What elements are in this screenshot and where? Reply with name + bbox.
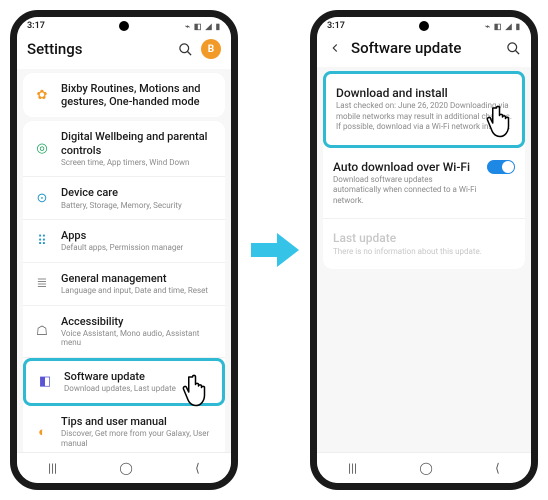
row-icon: ◎ bbox=[33, 140, 51, 158]
row-sub: Battery, Storage, Memory, Security bbox=[61, 201, 215, 211]
nav-bar: ||| ◯ ⟨ bbox=[17, 452, 231, 483]
wifi-toggle[interactable] bbox=[487, 160, 515, 174]
clock: 3:17 bbox=[327, 21, 345, 31]
nav-bar: ||| ◯ ⟨ bbox=[317, 452, 531, 483]
settings-row[interactable]: ✿ Bixby Routines, Motions and gestures, O… bbox=[23, 73, 225, 117]
row-title: General management bbox=[61, 272, 215, 285]
row-sub: Download updates, Last update bbox=[64, 384, 212, 394]
nav-back[interactable]: ⟨ bbox=[495, 461, 500, 475]
row-sub: Voice Assistant, Mono audio, Assistant m… bbox=[61, 329, 215, 348]
row-title: Bixby Routines, Motions and gestures, On… bbox=[61, 82, 215, 108]
nav-back[interactable]: ⟨ bbox=[195, 461, 200, 475]
row-title: Apps bbox=[61, 229, 215, 242]
arrow-icon bbox=[246, 223, 302, 277]
phone-software-update: 3:17 ⌁ ◧ ◢ ▮ Software update Download an… bbox=[310, 10, 538, 490]
settings-row[interactable]: ☖ AccessibilityVoice Assistant, Mono audi… bbox=[23, 306, 225, 358]
row-icon: ◐ bbox=[33, 423, 51, 441]
status-icons: ⌁ ◧ ◢ ▮ bbox=[185, 22, 221, 31]
settings-row[interactable]: ⠿ AppsDefault apps, Permission manager bbox=[23, 220, 225, 263]
back-icon[interactable] bbox=[327, 40, 343, 56]
header: Settings B bbox=[17, 33, 231, 69]
row-title: Software update bbox=[64, 370, 212, 383]
row-sub: Discover, Get more from your Galaxy, Use… bbox=[61, 429, 215, 448]
settings-row[interactable]: ◧ Software updateDownload updates, Last u… bbox=[23, 358, 225, 406]
row-title: Download and install bbox=[336, 86, 512, 100]
clock: 3:17 bbox=[27, 21, 45, 31]
row-sub: Download software updates automatically … bbox=[333, 175, 477, 206]
header: Software update bbox=[317, 33, 531, 67]
page-title: Software update bbox=[351, 39, 497, 57]
row-icon: ◧ bbox=[36, 373, 54, 391]
avatar[interactable]: B bbox=[201, 39, 221, 59]
search-icon[interactable] bbox=[177, 41, 193, 57]
settings-row[interactable]: ◎ Digital Wellbeing and parental controls… bbox=[23, 121, 225, 177]
row-sub: Last checked on: June 26, 2020 Downloadi… bbox=[336, 101, 512, 132]
update-row: Last update There is no information about… bbox=[323, 219, 525, 269]
update-row[interactable]: Download and installLast checked on: Jun… bbox=[323, 71, 525, 148]
settings-row[interactable]: ◐ Tips and user manualDiscover, Get more … bbox=[23, 406, 225, 452]
settings-row[interactable]: ⊙ Device care Battery, Storage, Memory, Se… bbox=[23, 177, 225, 220]
row-sub: There is no information about this updat… bbox=[333, 247, 515, 257]
camera-notch bbox=[419, 21, 429, 31]
update-options-list[interactable]: Download and installLast checked on: Jun… bbox=[317, 67, 531, 452]
row-title: Device care bbox=[61, 186, 215, 199]
row-title: Auto download over Wi-Fi bbox=[333, 160, 477, 174]
row-title: Accessibility bbox=[61, 315, 215, 328]
camera-notch bbox=[119, 21, 129, 31]
nav-home[interactable]: ◯ bbox=[119, 461, 132, 475]
update-row[interactable]: Auto download over Wi-FiDownload softwar… bbox=[323, 148, 525, 220]
nav-recent[interactable]: ||| bbox=[48, 461, 57, 475]
row-icon: ☖ bbox=[33, 322, 51, 340]
row-sub: Default apps, Permission manager bbox=[61, 243, 215, 253]
phone-settings: 3:17 ⌁ ◧ ◢ ▮ Settings B ✿ Bixby Routines,… bbox=[10, 10, 238, 490]
search-icon[interactable] bbox=[505, 40, 521, 56]
row-title: Digital Wellbeing and parental controls bbox=[61, 130, 215, 156]
row-sub: Language and input, Date and time, Reset bbox=[61, 286, 215, 296]
row-sub: Screen time, App timers, Wind Down bbox=[61, 158, 215, 168]
nav-home[interactable]: ◯ bbox=[419, 461, 432, 475]
nav-recent[interactable]: ||| bbox=[348, 461, 357, 475]
settings-row[interactable]: ≣ General managementLanguage and input, D… bbox=[23, 263, 225, 306]
row-icon: ✿ bbox=[33, 86, 51, 104]
row-icon: ≣ bbox=[33, 275, 51, 293]
settings-list[interactable]: ✿ Bixby Routines, Motions and gestures, O… bbox=[17, 69, 231, 452]
status-icons: ⌁ ◧ ◢ ▮ bbox=[485, 22, 521, 31]
row-icon: ⠿ bbox=[33, 232, 51, 250]
row-title: Last update bbox=[333, 231, 515, 245]
row-title: Tips and user manual bbox=[61, 415, 215, 428]
page-title: Settings bbox=[27, 40, 169, 58]
row-icon: ⊙ bbox=[33, 189, 51, 207]
